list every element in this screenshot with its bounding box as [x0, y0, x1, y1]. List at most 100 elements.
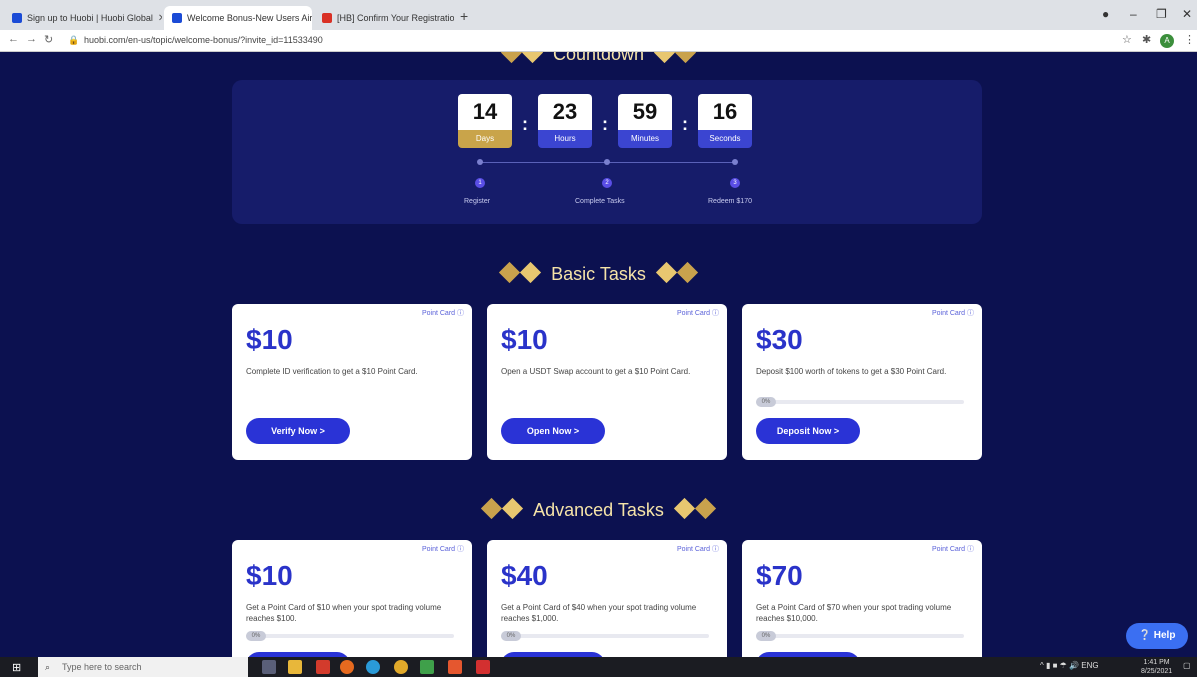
- taskbar-clock[interactable]: 1:41 PM 8/25/2021: [1141, 658, 1172, 676]
- app-icon-orange[interactable]: [448, 660, 462, 674]
- countdown-label: Days: [458, 130, 512, 148]
- countdown-heading: Countdown: [0, 52, 1197, 65]
- system-tray[interactable]: ^ ▮ ■ ☂ 🔊 ENG: [1040, 661, 1099, 670]
- basic-tasks-title: Basic Tasks: [551, 264, 646, 284]
- back-icon[interactable]: ←: [8, 33, 19, 45]
- advanced-task-card: Point Card ⓘ $70 Get a Point Card of $70…: [742, 540, 982, 657]
- diamond-icon: [653, 52, 697, 65]
- step-label: Complete Tasks: [575, 198, 625, 205]
- forward-icon[interactable]: →: [26, 33, 37, 45]
- progress-bar: 0%: [756, 631, 964, 641]
- task-description: Get a Point Card of $70 when your spot t…: [756, 603, 952, 623]
- gmail-favicon-icon: [322, 13, 332, 23]
- countdown-value: 16: [698, 94, 752, 130]
- reload-icon[interactable]: ↻: [44, 33, 53, 46]
- tab-label: [HB] Confirm Your Registration: [337, 13, 454, 23]
- progress-bar: 0%: [501, 631, 709, 641]
- reward-amount: $10: [246, 560, 293, 591]
- step-number: 2: [602, 178, 612, 188]
- point-card-badge[interactable]: Point Card ⓘ: [677, 308, 719, 318]
- progress-percent: 0%: [501, 631, 521, 641]
- firefox-icon[interactable]: [340, 660, 354, 674]
- countdown-minutes: 59 Minutes: [618, 94, 672, 148]
- extensions-icon[interactable]: ✱: [1142, 33, 1151, 46]
- windows-start-icon[interactable]: ⊞: [12, 661, 21, 674]
- point-card-badge[interactable]: Point Card ⓘ: [422, 308, 464, 318]
- page-content: Countdown 14 Days : 23 Hours : 59 Minute…: [0, 52, 1197, 657]
- chrome-icon[interactable]: [394, 660, 408, 674]
- maximize-icon[interactable]: ❐: [1156, 7, 1167, 21]
- countdown-hours: 23 Hours: [538, 94, 592, 148]
- task-description: Open a USDT Swap account to get a $10 Po…: [501, 367, 691, 376]
- advanced-task-card: Point Card ⓘ $40 Get a Point Card of $40…: [487, 540, 727, 657]
- close-tab-icon[interactable]: ✕: [158, 13, 162, 24]
- countdown-label: Hours: [538, 130, 592, 148]
- advanced-tasks-heading: Advanced Tasks: [0, 497, 1197, 521]
- diamond-icon: [500, 52, 544, 65]
- task-description: Complete ID verification to get a $10 Po…: [246, 367, 418, 376]
- advanced-task-card: Point Card ⓘ $10 Get a Point Card of $10…: [232, 540, 472, 657]
- tab-label: Welcome Bonus-New Users Airdr: [187, 13, 312, 23]
- diamond-icon: [499, 261, 542, 285]
- countdown-panel: 14 Days : 23 Hours : 59 Minutes : 16 Sec…: [232, 80, 982, 224]
- profile-avatar[interactable]: A: [1160, 34, 1174, 48]
- point-card-badge[interactable]: Point Card ⓘ: [932, 308, 974, 318]
- point-card-badge[interactable]: Point Card ⓘ: [932, 544, 974, 554]
- progress-dot: [604, 159, 610, 165]
- countdown-value: 14: [458, 94, 512, 130]
- deposit-now-button[interactable]: Deposit Now >: [756, 418, 860, 444]
- address-bar: ← → ↻ 🔒 huobi.com/en-us/topic/welcome-bo…: [0, 30, 1197, 52]
- app-icon-green[interactable]: [420, 660, 434, 674]
- task-description: Deposit $100 worth of tokens to get a $3…: [756, 367, 947, 376]
- new-tab-button[interactable]: +: [460, 8, 468, 24]
- progress-bar: 0%: [246, 631, 454, 641]
- reward-amount: $30: [756, 324, 803, 355]
- lock-icon: 🔒: [68, 35, 80, 45]
- tab-welcome-bonus[interactable]: Welcome Bonus-New Users Airdr ✕: [164, 6, 312, 30]
- step-number: 1: [475, 178, 485, 188]
- close-window-icon[interactable]: ✕: [1182, 7, 1192, 21]
- countdown-title: Countdown: [552, 52, 645, 64]
- countdown-days: 14 Days: [458, 94, 512, 148]
- telegram-icon[interactable]: [366, 660, 380, 674]
- clock-date: 8/25/2021: [1141, 668, 1173, 675]
- colon-separator: :: [522, 114, 528, 134]
- app-icon-red-2[interactable]: [476, 660, 490, 674]
- point-card-badge[interactable]: Point Card ⓘ: [677, 544, 719, 554]
- browser-tab-bar: Sign up to Huobi | Huobi Global ✕ Welcom…: [0, 0, 1197, 30]
- diamond-icon: [655, 261, 698, 285]
- windows-taskbar: ⊞ ⌕ Type here to search ^ ▮ ■ ☂ 🔊 ENG 1:…: [0, 657, 1197, 677]
- reward-amount: $70: [756, 560, 803, 591]
- notification-icon[interactable]: ▢: [1183, 661, 1191, 670]
- step-label: Register: [464, 198, 491, 205]
- minimize-icon[interactable]: –: [1130, 7, 1137, 21]
- progress-percent: 0%: [756, 397, 776, 407]
- file-explorer-icon[interactable]: [288, 660, 302, 674]
- taskbar-search-input[interactable]: ⌕ Type here to search: [38, 657, 248, 677]
- help-button[interactable]: ❔ Help: [1126, 623, 1188, 649]
- colon-separator: :: [602, 114, 608, 134]
- point-card-badge[interactable]: Point Card ⓘ: [422, 544, 464, 554]
- progress-percent: 0%: [246, 631, 266, 641]
- diamond-icon: [481, 497, 524, 521]
- tab-huobi-signup[interactable]: Sign up to Huobi | Huobi Global ✕: [4, 6, 162, 30]
- clock-time: 1:41 PM: [1143, 659, 1170, 666]
- url-field[interactable]: huobi.com/en-us/topic/welcome-bonus/?inv…: [84, 35, 323, 45]
- basic-task-card: Point Card ⓘ $10 Open a USDT Swap accoun…: [487, 304, 727, 460]
- progress-bar: 0%: [756, 397, 964, 407]
- huobi-favicon-icon: [172, 13, 182, 23]
- task-description: Get a Point Card of $40 when your spot t…: [501, 603, 697, 623]
- account-icon[interactable]: ●: [1102, 7, 1109, 21]
- bookmark-star-icon[interactable]: ☆: [1122, 33, 1132, 46]
- task-view-icon[interactable]: [262, 660, 276, 674]
- verify-now-button[interactable]: Verify Now >: [246, 418, 350, 444]
- basic-tasks-heading: Basic Tasks: [0, 261, 1197, 285]
- menu-icon[interactable]: ⋮: [1184, 33, 1195, 46]
- countdown-label: Seconds: [698, 130, 752, 148]
- reward-amount: $10: [246, 324, 293, 355]
- reward-amount: $40: [501, 560, 548, 591]
- diamond-icon: [673, 497, 716, 521]
- app-icon-red[interactable]: [316, 660, 330, 674]
- open-now-button[interactable]: Open Now >: [501, 418, 605, 444]
- tab-confirm-registration[interactable]: [HB] Confirm Your Registration ✕: [314, 6, 454, 30]
